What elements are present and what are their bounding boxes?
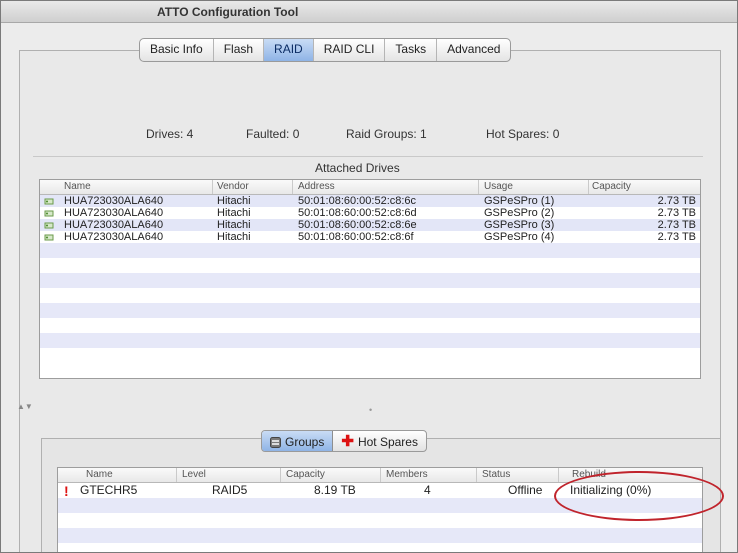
faulted-count: Faulted: 0 [246,127,300,141]
groups-icon [270,436,281,448]
empty-row [40,333,700,348]
col-name[interactable]: Name [64,181,91,192]
table-row[interactable]: HUA723030ALA640 Hitachi 50:01:08:60:00:5… [40,219,700,231]
table-header: Name Vendor Address Usage Capacity [40,180,700,195]
divider [33,156,703,157]
splitter-handle[interactable]: ▲▼ [17,402,33,411]
groups-segment[interactable]: Groups [262,431,334,451]
tab-tasks[interactable]: Tasks [385,39,438,61]
col-capacity[interactable]: Capacity [286,469,325,480]
empty-row [40,348,700,363]
drive-icon [44,198,54,205]
hot-spares-segment[interactable]: ✚ Hot Spares [333,431,426,451]
attached-drives-table[interactable]: Name Vendor Address Usage Capacity HUA72… [39,179,701,379]
groups-segment-control: Groups ✚ Hot Spares [261,430,427,452]
tab-raid[interactable]: RAID [264,39,314,61]
tab-bar: Basic Info Flash RAID RAID CLI Tasks Adv… [139,38,512,62]
col-capacity[interactable]: Capacity [592,181,631,192]
drive-icon [44,222,54,229]
warning-icon: ! [64,483,69,499]
col-usage[interactable]: Usage [484,181,513,192]
title-bar[interactable] [1,1,737,23]
raid-groups-count: Raid Groups: 1 [346,127,427,141]
tab-raid-cli[interactable]: RAID CLI [314,39,386,61]
splitter-grip[interactable]: • [369,405,372,415]
empty-row [58,498,702,513]
drives-count: Drives: 4 [146,127,194,141]
empty-row [40,303,700,318]
empty-row [40,288,700,303]
empty-row [40,318,700,333]
groups-table[interactable]: Name Level Capacity Members Status Rebui… [57,467,703,552]
hot-spares-count: Hot Spares: 0 [486,127,560,141]
col-members[interactable]: Members [386,469,428,480]
table-header: Name Level Capacity Members Status Rebui… [58,468,702,483]
col-level[interactable]: Level [182,469,206,480]
tab-advanced[interactable]: Advanced [437,39,510,61]
window-title: ATTO Configuration Tool [157,5,299,19]
drive-icon [44,234,54,241]
col-rebuild[interactable]: Rebuild [572,469,606,480]
empty-row [40,258,700,273]
table-row[interactable]: HUA723030ALA640 Hitachi 50:01:08:60:00:5… [40,207,700,219]
empty-row [40,243,700,258]
col-address[interactable]: Address [298,181,335,192]
col-status[interactable]: Status [482,469,510,480]
table-row[interactable]: ! GTECHR5 RAID5 8.19 TB 4 Offline Initia… [58,483,702,499]
col-name[interactable]: Name [86,469,113,480]
empty-row [58,513,702,528]
tab-basic-info[interactable]: Basic Info [140,39,214,61]
drive-icon [44,210,54,217]
col-vendor[interactable]: Vendor [217,181,249,192]
empty-row [40,273,700,288]
table-row[interactable]: HUA723030ALA640 Hitachi 50:01:08:60:00:5… [40,195,700,207]
plus-icon: ✚ [341,433,354,450]
app-window: ATTO Configuration Tool Basic Info Flash… [0,0,738,553]
attached-drives-title: Attached Drives [315,161,400,175]
empty-row [58,528,702,543]
tab-flash[interactable]: Flash [214,39,265,61]
table-row[interactable]: HUA723030ALA640 Hitachi 50:01:08:60:00:5… [40,231,700,243]
